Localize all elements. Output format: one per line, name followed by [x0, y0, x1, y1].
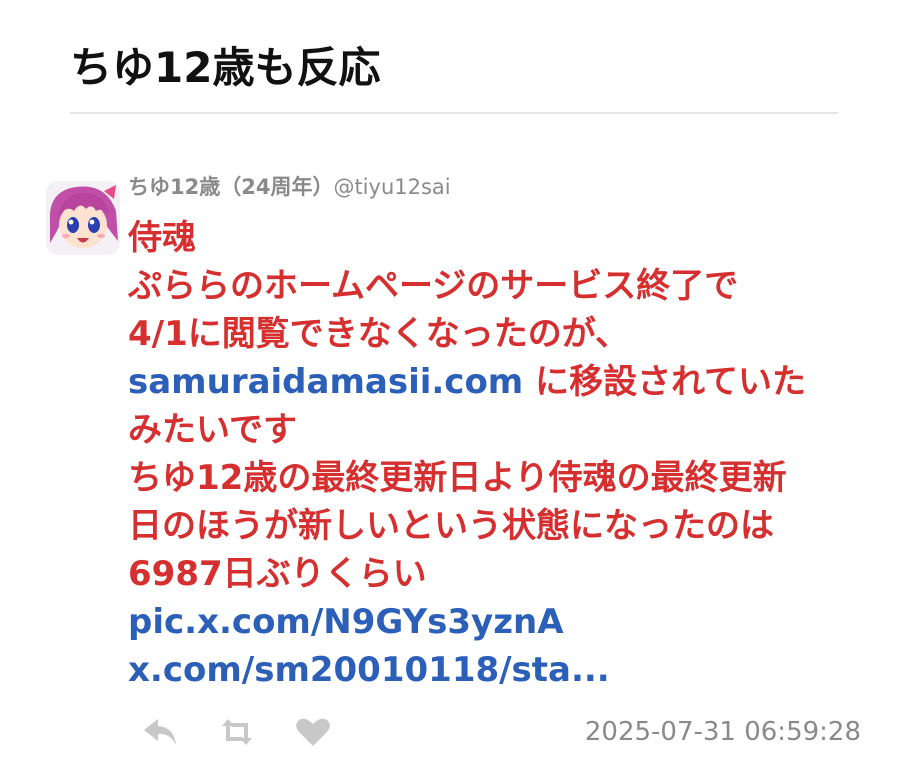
title-divider	[70, 112, 838, 114]
retweet-button[interactable]	[216, 712, 258, 752]
heart-icon	[296, 718, 330, 746]
tweet-line: 6987日ぶりくらい	[128, 554, 427, 594]
pic-link[interactable]: pic.x.com/N9GYs3yznA	[128, 598, 868, 646]
reply-icon	[144, 719, 176, 745]
page-title: ちゆ12歳も反応	[70, 43, 381, 92]
tweet-line: ぷららのホームページのサービス終了で	[128, 266, 739, 306]
tweet-author[interactable]: ちゆ12歳（24周年）@tiyu12sai	[128, 172, 451, 202]
avatar-image-icon	[46, 181, 120, 255]
tweet-line: みたいです	[128, 410, 297, 450]
reply-button[interactable]	[140, 712, 182, 752]
tweet-line: 4/1に閲覧できなくなったのが、	[128, 314, 630, 354]
tweet-page: ちゆ12歳も反応 ちゆ12歳（24周年）@tiyu12sai 侍魂 ぷららのホー…	[0, 0, 909, 768]
tweet-body: 侍魂 ぷららのホームページのサービス終了で 4/1に閲覧できなくなったのが、 s…	[128, 214, 868, 694]
like-button[interactable]	[292, 712, 334, 752]
author-name[interactable]: ちゆ12歳（24周年）	[128, 175, 333, 199]
tweet-line: ちゆ12歳の最終更新日より侍魂の最終更新	[128, 458, 787, 498]
tweet-actions	[140, 712, 368, 752]
tweet-timestamp[interactable]: 2025-07-31 06:59:28	[585, 712, 861, 752]
tweet-line-text: に移設されていた	[523, 362, 807, 402]
samuraidamasii-link[interactable]: samuraidamasii.com	[128, 362, 523, 402]
retweet-icon	[222, 719, 252, 745]
author-handle[interactable]: @tiyu12sai	[333, 175, 450, 199]
tweet-line: 日のほうが新しいという状態になったのは	[128, 506, 774, 546]
tweet-line: samuraidamasii.com に移設されていた	[128, 358, 868, 406]
tweet-line: 侍魂	[128, 218, 196, 258]
quoted-tweet-link[interactable]: x.com/sm20010118/sta...	[128, 646, 868, 694]
avatar[interactable]	[46, 181, 120, 255]
